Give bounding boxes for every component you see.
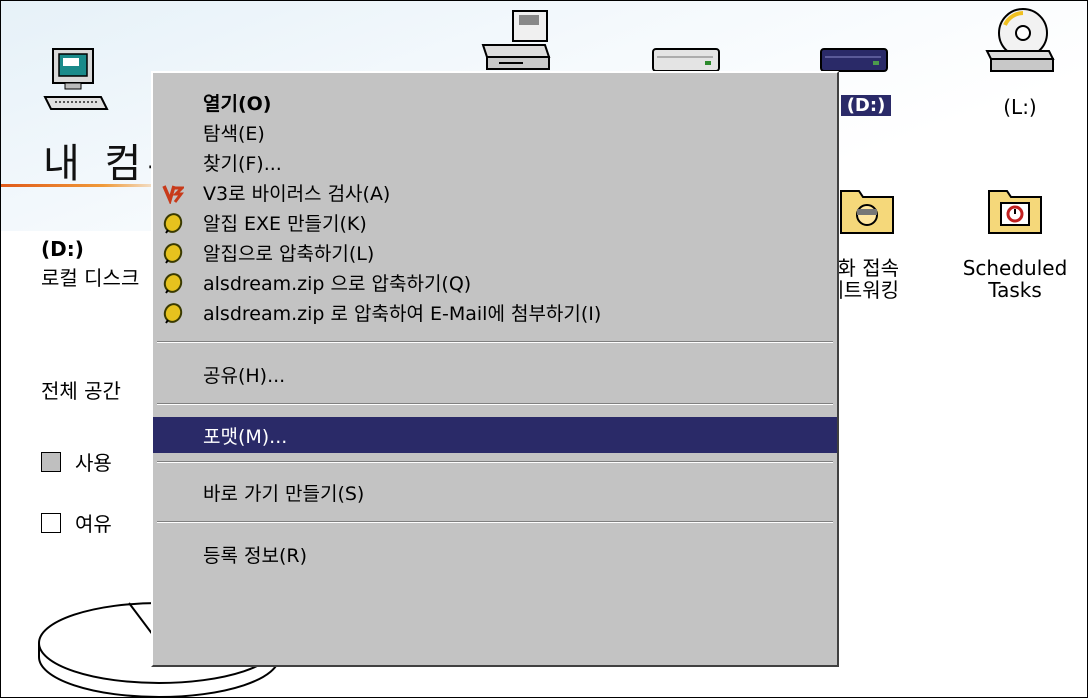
menu-item-label: 열기(O) [203, 92, 272, 115]
menu-item-label: alsdream.zip 으로 압축하기(Q) [203, 272, 472, 295]
menu-separator [157, 403, 833, 405]
v3-icon [162, 185, 184, 204]
menu-item-label: 찾기(F)... [203, 152, 282, 175]
my-computer-window: 내 컴퓨터 (D:) 로컬 디스크 전체 공간 사용 여유 (D:) (L:) … [0, 0, 1088, 698]
drive-d-label[interactable]: (D:) [841, 95, 891, 116]
alzip-icon [163, 303, 183, 324]
menu-item-alzip-email[interactable]: alsdream.zip 로 압축하여 E-Mail에 첨부하기(I) [153, 297, 837, 327]
used-label: 사용 [75, 451, 112, 475]
menu-item-label: 포맷(M)... [203, 425, 288, 448]
menu-item-create-shortcut[interactable]: 바로 가기 만들기(S) [153, 477, 837, 507]
menu-item-v3-scan[interactable]: V3로 바이러스 검사(A) [153, 177, 837, 207]
used-space-legend: 사용 [41, 447, 112, 476]
menu-item-label: 탐색(E) [203, 122, 265, 145]
menu-item-label: 등록 정보(R) [203, 544, 307, 567]
menu-item-find[interactable]: 찾기(F)... [153, 147, 837, 177]
cd-rom-drive-icon [985, 8, 1055, 72]
menu-item-alzip-compress[interactable]: 알집으로 압축하기(L) [153, 237, 837, 267]
menu-separator [157, 461, 833, 463]
menu-separator [157, 341, 833, 343]
used-swatch [41, 451, 61, 472]
menu-item-alzip-to-file[interactable]: alsdream.zip 으로 압축하기(Q) [153, 267, 837, 297]
menu-item-alzip-exe[interactable]: 알집 EXE 만들기(K) [153, 207, 837, 237]
menu-item-label: alsdream.zip 로 압축하여 E-Mail에 첨부하기(I) [203, 302, 602, 325]
scheduled-tasks-label[interactable]: Scheduled Tasks [945, 257, 1085, 301]
total-space-label: 전체 공간 [41, 379, 121, 403]
dial-up-networking-icon [840, 190, 894, 234]
menu-item-label: 바로 가기 만들기(S) [203, 482, 365, 505]
scheduled-tasks-icon [988, 190, 1042, 234]
free-label: 여유 [75, 512, 112, 536]
menu-item-properties[interactable]: 등록 정보(R) [153, 539, 837, 569]
free-space-legend: 여유 [41, 508, 112, 537]
floppy-drive-icon [481, 10, 551, 70]
menu-separator [157, 521, 833, 523]
menu-item-open[interactable]: 열기(O) [153, 87, 837, 117]
drive-letter: (D:) [41, 237, 84, 261]
alzip-icon [163, 213, 183, 234]
menu-item-label: V3로 바이러스 검사(A) [203, 182, 391, 205]
menu-item-label: 공유(H)... [203, 364, 286, 387]
menu-item-explore[interactable]: 탐색(E) [153, 117, 837, 147]
drive-type: 로컬 디스크 [41, 266, 140, 290]
menu-item-label: 알집 EXE 만들기(K) [203, 212, 367, 235]
alzip-icon [163, 273, 183, 294]
alzip-icon [163, 243, 183, 264]
menu-item-share[interactable]: 공유(H)... [153, 359, 837, 389]
menu-item-format[interactable]: 포맷(M)... [153, 417, 837, 453]
title-divider [1, 184, 171, 187]
menu-item-label: 알집으로 압축하기(L) [203, 242, 375, 265]
drive-l-label[interactable]: (L:) [985, 95, 1055, 119]
free-swatch [41, 512, 61, 533]
computer-icon [43, 48, 109, 110]
context-menu: 열기(O) 탐색(E) 찾기(F)... V3로 바이러스 검사(A) 알집 E… [151, 71, 839, 667]
